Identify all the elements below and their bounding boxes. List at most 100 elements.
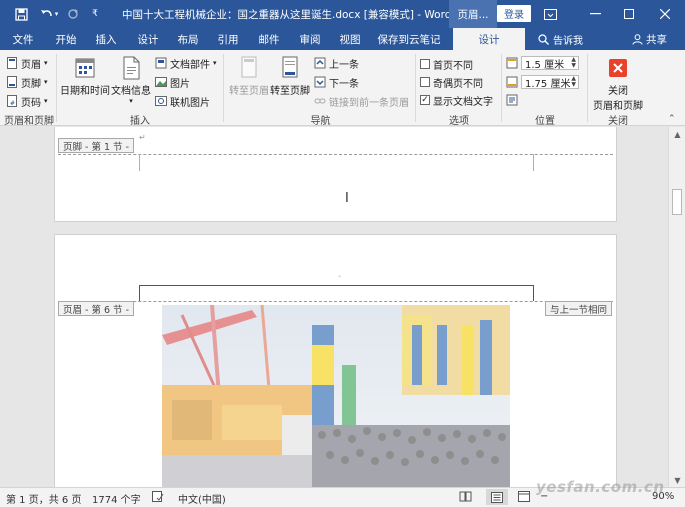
online-picture-icon	[155, 96, 167, 106]
footer-dropdown[interactable]: 页脚 ▾	[6, 74, 48, 90]
goto-footer-icon	[282, 56, 298, 78]
calendar-icon	[75, 58, 95, 78]
footer-boundary-line	[58, 154, 613, 155]
different-first-page-checkbox[interactable]: 首页不同	[420, 56, 473, 72]
customize-quick-access-icon[interactable]: ₹	[88, 0, 102, 28]
collapse-ribbon-icon[interactable]: ⌃	[668, 114, 676, 124]
tab-mailings[interactable]: 邮件	[251, 28, 287, 50]
close-icon[interactable]	[648, 0, 682, 28]
next-section-button[interactable]: 下一条	[314, 74, 359, 90]
redo-icon[interactable]	[64, 0, 82, 28]
document-area[interactable]: ↵ 页脚 - 第 1 节 - I ⌃ 页眉 - 第 6 节 - 与上一节相同	[0, 127, 668, 487]
tab-header-footer-design[interactable]: 设计	[453, 28, 525, 50]
tab-layout[interactable]: 布局	[170, 28, 206, 50]
tab-insert[interactable]: 插入	[88, 28, 124, 50]
page-count[interactable]: 第 1 页，共 6 页	[6, 491, 81, 506]
header-border-right	[533, 285, 534, 301]
window-title: 中国十大工程机械企业：国之重器从这里诞生.docx [兼容模式] - Word	[122, 9, 452, 21]
page-number-dropdown[interactable]: # 页码 ▾	[6, 93, 48, 109]
goto-footer-button[interactable]: 转至页脚	[270, 56, 310, 97]
same-as-previous-tag: 与上一节相同	[545, 301, 613, 316]
group-label-navigation: 导航	[310, 116, 331, 127]
maximize-icon[interactable]	[612, 0, 646, 28]
tab-home[interactable]: 开始	[48, 28, 84, 50]
document-info-button[interactable]: 文档信息 ▾	[111, 56, 151, 105]
header-boundary-line	[58, 301, 613, 302]
close-x-icon	[609, 59, 627, 77]
header-dropdown[interactable]: 页眉 ▾	[6, 55, 48, 71]
word-count[interactable]: 1774 个字	[92, 491, 141, 506]
group-label-position: 位置	[535, 116, 555, 127]
web-layout-icon[interactable]	[518, 491, 530, 505]
document-photo-trade-show[interactable]	[162, 305, 510, 487]
different-odd-even-checkbox[interactable]: 奇偶页不同	[420, 74, 483, 90]
group-label-options: 选项	[449, 116, 469, 127]
group-divider	[56, 54, 57, 122]
language-indicator[interactable]: 中文(中国)	[178, 491, 226, 506]
margin-marker-left	[139, 154, 140, 171]
goto-header-button[interactable]: 转至页眉	[229, 56, 269, 97]
tab-design[interactable]: 设计	[130, 28, 166, 50]
footer-section-tag: 页脚 - 第 1 节 -	[58, 138, 134, 153]
group-divider	[587, 54, 588, 122]
footer-from-bottom-value: 1.75 厘米	[525, 78, 571, 90]
watermark-logo: yesfan.com.cn	[536, 478, 665, 496]
scroll-up-icon[interactable]: ▲	[669, 127, 685, 141]
goto-header-label: 转至页眉	[229, 86, 269, 97]
read-mode-icon[interactable]	[459, 491, 472, 505]
text-cursor-icon: I	[345, 191, 349, 206]
link-to-previous-button[interactable]: 链接到前一条页眉	[314, 93, 409, 109]
scroll-thumb[interactable]	[672, 189, 682, 215]
spinner-arrows-icon[interactable]: ▲ ▼	[571, 76, 576, 88]
share-button[interactable]: 共享	[632, 28, 667, 50]
different-first-page-label: 首页不同	[433, 60, 473, 72]
proofing-icon[interactable]	[152, 491, 164, 505]
link-to-previous-label: 链接到前一条页眉	[329, 97, 409, 109]
show-document-text-label: 显示文档文字	[433, 96, 493, 108]
tab-references[interactable]: 引用	[210, 28, 246, 50]
page-number-icon: #	[7, 95, 17, 107]
document-info-label: 文档信息	[111, 86, 151, 97]
print-layout-icon[interactable]	[486, 489, 508, 505]
group-label-header-footer: 页眉和页脚	[4, 116, 54, 127]
show-document-text-check[interactable]: ✓	[420, 95, 430, 105]
date-time-label: 日期和时间	[60, 86, 110, 97]
footer-from-bottom-spinner[interactable]: 1.75 厘米 ▲ ▼	[521, 75, 579, 90]
ribbon-display-options-icon[interactable]	[533, 0, 567, 28]
footer-icon	[7, 76, 17, 88]
online-picture-label: 联机图片	[170, 97, 210, 109]
footer-label: 页脚	[21, 78, 41, 90]
minimize-icon[interactable]	[578, 0, 612, 28]
previous-icon	[314, 57, 326, 69]
footer-position-icon	[506, 76, 518, 88]
context-tab-header-footer-tools: 页眉...	[449, 0, 497, 28]
scroll-down-icon[interactable]: ▼	[669, 473, 685, 487]
next-icon	[314, 76, 326, 88]
quick-parts-icon	[155, 57, 167, 69]
tell-me-search[interactable]: 告诉我	[538, 28, 583, 50]
page-number-label: 页码	[21, 97, 41, 109]
header-from-top-spinner[interactable]: 1.5 厘米 ▲ ▼	[521, 56, 579, 71]
quick-parts-dropdown[interactable]: 文档部件 ▾	[155, 55, 217, 71]
show-document-text-checkbox[interactable]: ✓ 显示文档文字	[420, 92, 493, 108]
picture-button[interactable]: 图片	[155, 74, 190, 90]
different-odd-even-check[interactable]	[420, 77, 430, 87]
tab-view[interactable]: 视图	[332, 28, 368, 50]
close-header-footer-button[interactable]: 关闭 页眉和页脚	[590, 56, 646, 112]
header-border-left	[139, 285, 140, 301]
previous-section-button[interactable]: 上一条	[314, 55, 359, 71]
tab-save-to-cloud-notes[interactable]: 保存到云笔记	[375, 28, 443, 50]
login-button[interactable]: 登录	[497, 5, 531, 22]
paragraph-mark-icon: ↵	[139, 133, 146, 142]
undo-icon[interactable]: ▾	[36, 0, 62, 28]
insert-alignment-tab-button[interactable]	[506, 92, 518, 108]
online-picture-button[interactable]: 联机图片	[155, 93, 210, 109]
save-icon[interactable]	[8, 0, 34, 28]
spinner-arrows-icon[interactable]: ▲ ▼	[571, 57, 576, 69]
group-label-insert: 插入	[130, 116, 150, 127]
tab-file[interactable]: 文件	[5, 28, 41, 50]
date-time-button[interactable]: 日期和时间	[60, 56, 110, 97]
different-first-page-check[interactable]	[420, 59, 430, 69]
tab-review[interactable]: 审阅	[292, 28, 328, 50]
vertical-scrollbar[interactable]: ▲ ▼	[668, 127, 685, 487]
